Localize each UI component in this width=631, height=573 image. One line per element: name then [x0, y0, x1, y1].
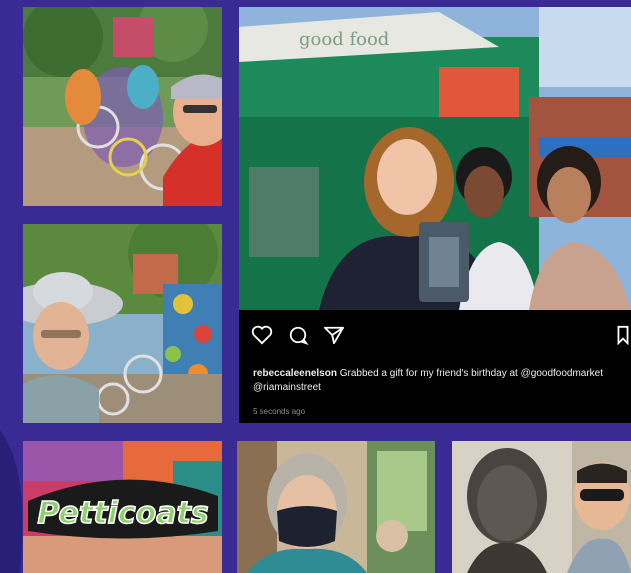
post-timestamp: 5 seconds ago [253, 407, 306, 416]
heart-icon[interactable] [251, 325, 273, 345]
photo-man-with-bust [452, 441, 631, 573]
comment-icon[interactable] [287, 325, 309, 345]
photo-bike-sculpture-man [23, 7, 222, 206]
post-photo: good food [239, 7, 631, 310]
storefront-sign-text: good food [299, 29, 389, 50]
post-username[interactable]: rebeccaleenelson [253, 368, 337, 379]
bookmark-icon[interactable] [616, 325, 630, 345]
instagram-post-card: good food rebeccaleenelson Grabbed a gif… [239, 7, 631, 423]
share-icon[interactable] [323, 325, 345, 345]
post-caption: rebeccaleenelson Grabbed a gift for my f… [253, 367, 623, 395]
photo-graffiti-mural: Petticoats [23, 441, 222, 573]
photo-woman-face-mask [237, 441, 435, 573]
post-action-bar [251, 325, 631, 349]
mural-lettering: Petticoats [37, 496, 208, 531]
photo-woman-sun-hat [23, 224, 222, 423]
